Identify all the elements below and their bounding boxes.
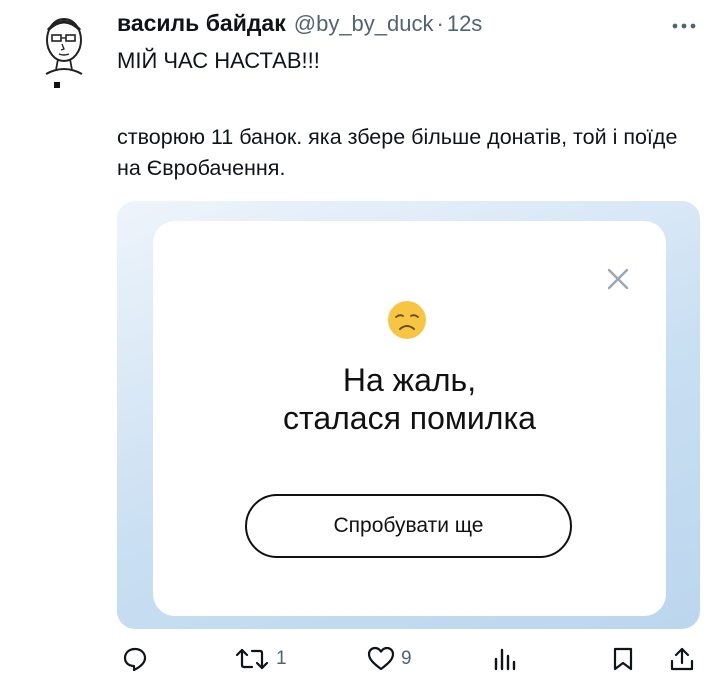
error-title: На жаль, сталася помилка	[153, 361, 666, 437]
views-icon	[494, 648, 516, 671]
tweet-header: василь байдак @by_by_duck · 12s	[117, 10, 660, 40]
views-button[interactable]	[492, 641, 516, 677]
like-count: 9	[401, 648, 412, 669]
tweet-text-body: створюю 11 банок. яка збере більше донат…	[117, 125, 678, 180]
like-button[interactable]: 9	[367, 641, 412, 677]
retweet-button[interactable]: 1	[234, 641, 287, 677]
error-title-line2: сталася помилка	[283, 400, 536, 436]
action-bar: 1 9	[117, 641, 707, 681]
tweet: василь байдак @by_by_duck · 12s МІЙ ЧАС …	[0, 0, 720, 694]
close-icon[interactable]	[600, 261, 636, 297]
more-icon	[672, 23, 696, 29]
retweet-count: 1	[276, 648, 287, 669]
avatar[interactable]	[38, 12, 94, 92]
separator-dot: ·	[436, 11, 444, 36]
bookmark-icon	[613, 647, 633, 671]
retweet-icon	[235, 648, 269, 670]
share-button[interactable]	[669, 641, 695, 677]
author-name[interactable]: василь байдак	[117, 10, 286, 37]
tweet-text-line1: МІЙ ЧАС НАСТАВ!!!	[117, 48, 320, 73]
disappointed-face-icon	[388, 301, 426, 339]
error-title-line1: На жаль,	[342, 362, 477, 398]
reply-button[interactable]	[122, 641, 148, 677]
share-icon	[670, 647, 694, 671]
heart-icon	[367, 646, 395, 671]
timestamp[interactable]: 12s	[447, 11, 482, 37]
error-card: На жаль, сталася помилка Спробувати ще	[153, 221, 666, 616]
more-options-button[interactable]	[664, 14, 704, 38]
author-handle[interactable]: @by_by_duck	[294, 11, 434, 37]
tweet-media[interactable]: На жаль, сталася помилка Спробувати ще	[117, 201, 700, 629]
retry-button[interactable]: Спробувати ще	[245, 494, 572, 558]
reply-icon	[123, 647, 147, 672]
bookmark-button[interactable]	[612, 641, 634, 677]
